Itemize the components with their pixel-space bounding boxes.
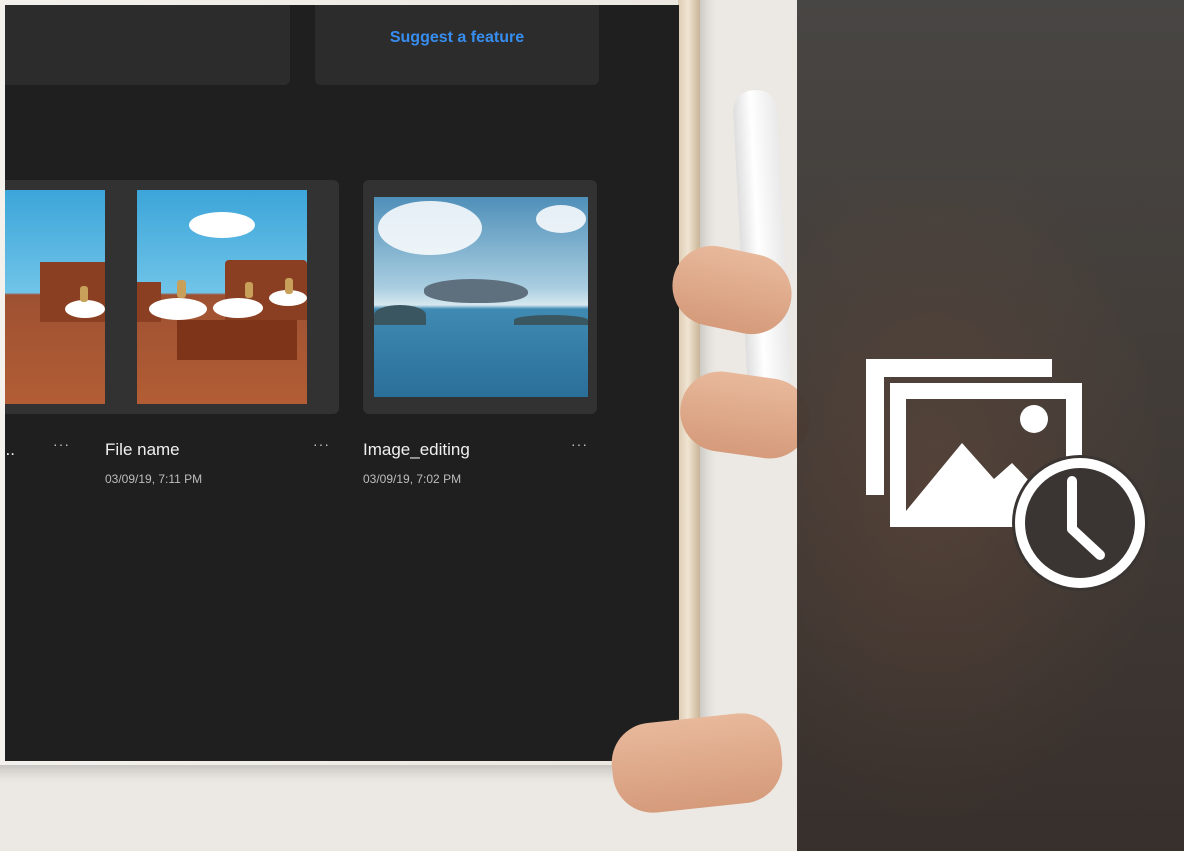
tablet-screen: Suggest a feature l... ··· [5,5,679,761]
file-date: 03/09/19, 7:02 PM [363,472,462,486]
thumbnail-image [137,190,307,404]
thumbnail-image [374,197,588,397]
suggest-feature-link[interactable]: Suggest a feature [315,29,599,47]
file-name: Image_editing [363,440,470,459]
recent-images-clock-icon [862,355,1148,591]
file-name: File name [105,440,180,459]
more-options-icon[interactable]: ··· [53,436,70,452]
more-options-icon[interactable]: ··· [571,436,588,452]
file-name: l... [5,440,15,459]
file-date: 03/09/19, 7:11 PM [105,472,203,486]
photo-stage: Suggest a feature l... ··· [0,0,1184,851]
top-card-suggest[interactable]: Suggest a feature [315,5,599,85]
thumbnail-image [5,190,110,404]
file-thumbnail[interactable] [363,180,597,414]
file-thumbnail[interactable] [5,180,119,414]
top-card-left[interactable] [5,5,290,85]
apple-pencil [732,89,792,391]
file-thumbnail[interactable] [105,180,339,414]
thumb-finger [607,709,787,817]
more-options-icon[interactable]: ··· [313,436,330,452]
